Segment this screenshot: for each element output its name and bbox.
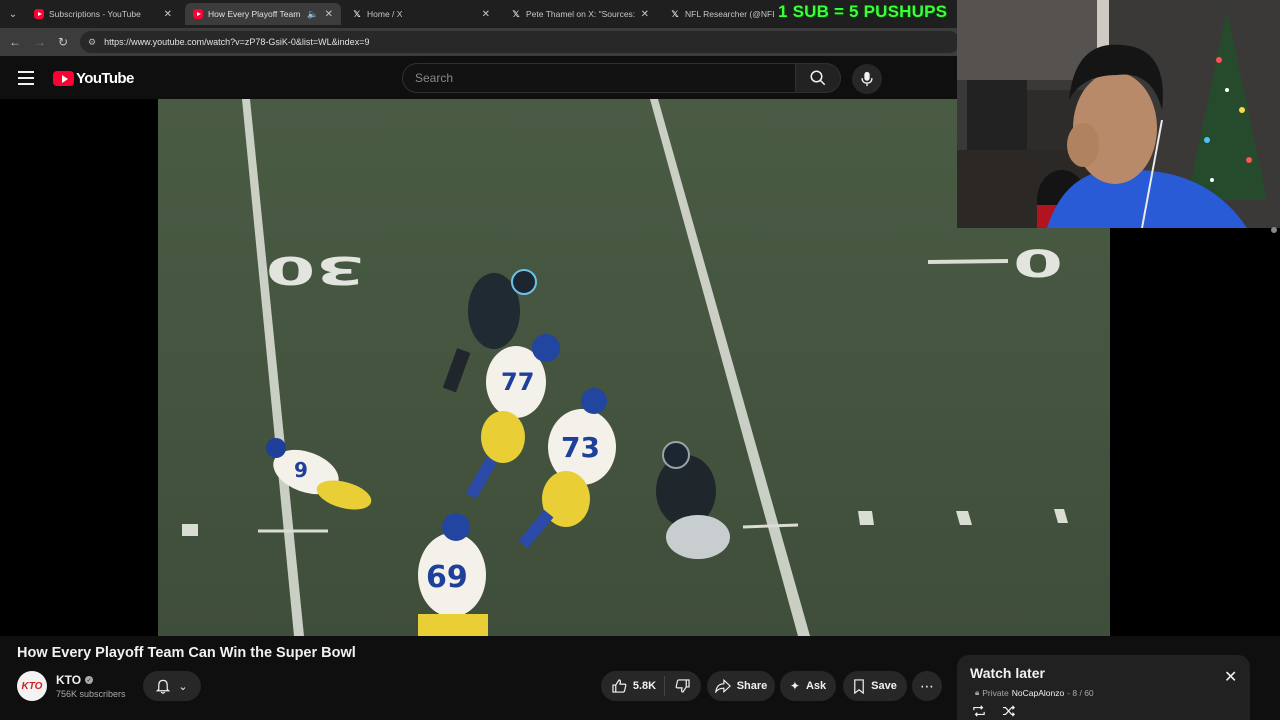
sparkle-icon: ✦ bbox=[789, 679, 800, 693]
close-tab-icon[interactable]: ✕ bbox=[641, 9, 649, 20]
chevron-down-icon: ⌄ bbox=[178, 680, 188, 693]
subscription-notifications-button[interactable]: ⌄ bbox=[143, 671, 201, 701]
dislike-button[interactable] bbox=[671, 679, 690, 693]
svg-text:73: 73 bbox=[561, 431, 600, 464]
svg-text:9: 9 bbox=[294, 458, 308, 482]
x-favicon-icon: 𝕏 bbox=[512, 8, 520, 19]
youtube-logo[interactable]: YouTube bbox=[53, 70, 134, 87]
close-tab-icon[interactable]: ✕ bbox=[164, 9, 172, 20]
shuffle-icon[interactable] bbox=[1002, 705, 1016, 717]
youtube-play-logo-icon bbox=[53, 71, 74, 86]
playlist-title[interactable]: Watch later bbox=[970, 665, 1045, 681]
tab-title: Pete Thamel on X: "Sources: Oh bbox=[526, 9, 635, 19]
channel-name-row[interactable]: KTO ✓ bbox=[56, 673, 94, 687]
lock-icon: 🔒︎ bbox=[975, 688, 980, 697]
playlist-meta: 🔒︎ Private NoCapAlonzo - 8 / 60 bbox=[975, 688, 1094, 698]
tab-title: NFL Researcher (@NFL_Rese bbox=[685, 9, 774, 19]
site-info-icon[interactable]: ⚙ bbox=[88, 37, 96, 48]
youtube-favicon-icon bbox=[34, 9, 44, 19]
close-tab-icon[interactable]: ✕ bbox=[325, 9, 333, 20]
youtube-header: YouTube Search bbox=[0, 56, 960, 100]
bell-icon bbox=[156, 679, 171, 694]
ask-button[interactable]: ✦ Ask bbox=[780, 671, 836, 701]
like-button[interactable]: 5.8K bbox=[612, 676, 666, 696]
thumbs-up-icon bbox=[612, 679, 627, 693]
browser-tab-subscriptions[interactable]: Subscriptions - YouTube ✕ bbox=[26, 3, 180, 25]
close-playlist-icon[interactable]: ✕ bbox=[1224, 670, 1237, 686]
ask-label: Ask bbox=[805, 680, 827, 692]
more-actions-button[interactable]: ⋯ bbox=[912, 671, 942, 701]
like-dislike-group: 5.8K bbox=[601, 671, 701, 701]
more-horizontal-icon: ⋯ bbox=[920, 677, 934, 694]
yard-number-left: 30 bbox=[266, 248, 365, 293]
playlist-position: - 8 / 60 bbox=[1067, 688, 1094, 698]
tab-title: How Every Playoff Team Ca bbox=[208, 9, 304, 19]
share-button[interactable]: Share bbox=[707, 671, 775, 701]
youtube-logo-text: YouTube bbox=[76, 70, 134, 87]
bookmark-icon bbox=[854, 678, 864, 694]
x-favicon-icon: 𝕏 bbox=[353, 8, 361, 19]
browser-tab-pete-thamel[interactable]: 𝕏 Pete Thamel on X: "Sources: Oh ✕ bbox=[503, 3, 657, 25]
svg-text:30: 30 bbox=[266, 248, 365, 293]
streamer-webcam-overlay bbox=[957, 0, 1280, 228]
forward-arrow-icon[interactable]: → bbox=[32, 34, 48, 50]
search-placeholder: Search bbox=[415, 71, 454, 85]
browser-tab-current-video[interactable]: How Every Playoff Team Ca 🔈 ✕ bbox=[185, 3, 341, 25]
like-count: 5.8K bbox=[632, 680, 657, 692]
tab-search-dropdown-icon[interactable]: ⌄ bbox=[4, 5, 22, 23]
video-title: How Every Playoff Team Can Win the Super… bbox=[17, 645, 356, 661]
voice-search-button[interactable] bbox=[852, 64, 882, 94]
channel-avatar[interactable]: KTO bbox=[17, 671, 47, 701]
share-label: Share bbox=[736, 680, 768, 692]
close-tab-icon[interactable]: ✕ bbox=[482, 9, 490, 20]
thumbs-down-icon bbox=[675, 679, 690, 693]
youtube-favicon-icon bbox=[193, 9, 203, 19]
reload-icon[interactable]: ↻ bbox=[55, 34, 71, 50]
microphone-icon bbox=[861, 71, 873, 87]
yard-number-right: 0 bbox=[1013, 243, 1063, 286]
playlist-owner[interactable]: NoCapAlonzo bbox=[1012, 688, 1064, 698]
verified-badge-icon: ✓ bbox=[85, 676, 94, 684]
playlist-privacy: Private bbox=[982, 688, 1009, 698]
webcam-scene bbox=[957, 0, 1280, 228]
save-button[interactable]: Save bbox=[843, 671, 907, 701]
speaker-icon[interactable]: 🔈 bbox=[307, 9, 318, 20]
subscriber-count: 756K subscribers bbox=[56, 689, 126, 699]
svg-text:0: 0 bbox=[1013, 243, 1063, 286]
save-label: Save bbox=[871, 680, 897, 692]
channel-name[interactable]: KTO bbox=[56, 673, 81, 687]
browser-tab-x-home[interactable]: 𝕏 Home / X ✕ bbox=[344, 3, 498, 25]
svg-text:77: 77 bbox=[501, 368, 534, 396]
playlist-controls bbox=[972, 705, 1016, 717]
x-favicon-icon: 𝕏 bbox=[671, 8, 679, 19]
svg-text:69: 69 bbox=[426, 560, 468, 595]
subscribe-pushups-banner: 1 SUB = 5 PUSHUPS bbox=[778, 2, 948, 21]
search-input[interactable]: Search bbox=[402, 63, 796, 93]
playlist-panel: Watch later ✕ 🔒︎ Private NoCapAlonzo - 8… bbox=[957, 655, 1250, 720]
search-button[interactable] bbox=[795, 63, 841, 93]
back-arrow-icon[interactable]: ← bbox=[7, 34, 23, 50]
loop-icon[interactable] bbox=[972, 705, 986, 717]
url-field[interactable]: ⚙ https://www.youtube.com/watch?v=zP78-G… bbox=[80, 31, 960, 53]
url-text: https://www.youtube.com/watch?v=zP78-Gsi… bbox=[104, 37, 370, 47]
tab-title: Subscriptions - YouTube bbox=[49, 9, 141, 19]
scroll-indicator[interactable] bbox=[1271, 227, 1277, 233]
browser-tab-nfl-researcher[interactable]: 𝕏 NFL Researcher (@NFL_Rese bbox=[662, 3, 782, 25]
menu-hamburger-icon[interactable] bbox=[18, 71, 34, 85]
search-icon bbox=[810, 70, 826, 86]
tab-title: Home / X bbox=[367, 9, 403, 19]
share-arrow-icon bbox=[714, 679, 731, 693]
